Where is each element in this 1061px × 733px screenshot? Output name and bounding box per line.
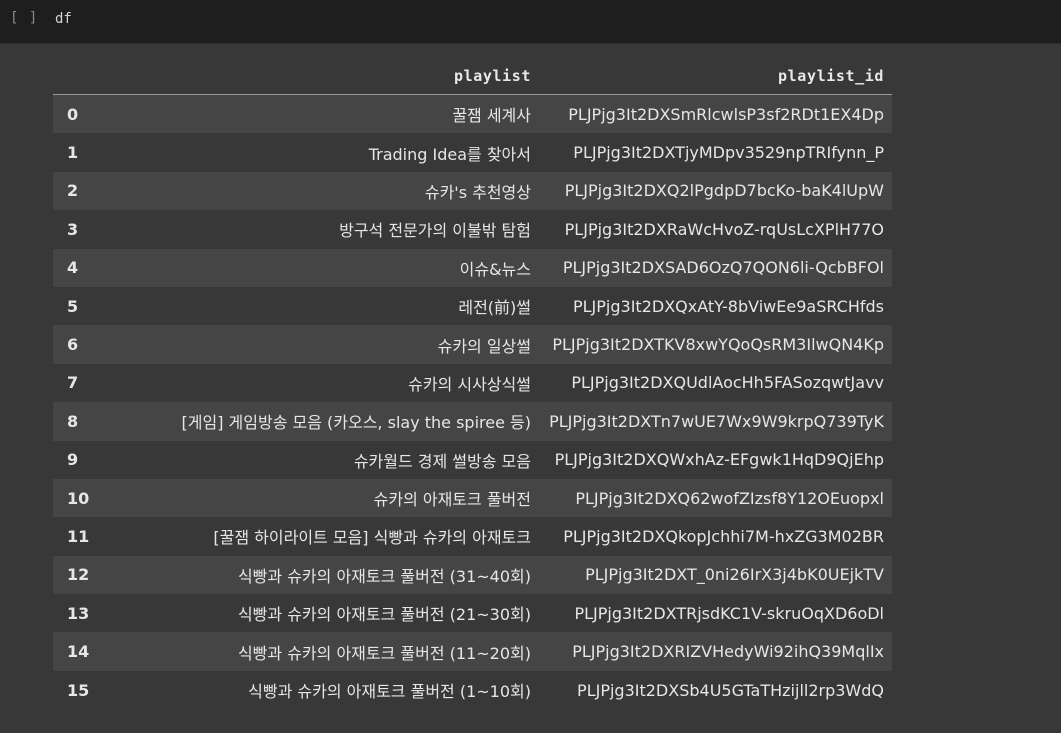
- table-body: 0 꿀잼 세계사 PLJPjg3It2DXSmRlcwlsP3sf2RDt1EX4D…: [53, 94, 892, 710]
- row-index: 4: [67, 258, 79, 278]
- playlist-cell: 방구석 전문가의 이불밖 탐험: [339, 221, 531, 241]
- playlist-id-column-header: playlist_id: [539, 58, 892, 95]
- playlist-id-cell: PLJPjg3It2DXRaWcHvoZ-rqUsLcXPlH77O: [564, 219, 884, 239]
- playlist-id-cell: PLJPjg3It2DXQ62wofZIzsf8Y12OEuopxl: [575, 488, 884, 508]
- table-row: 12 식빵과 슈카의 아재토크 풀버전 (31~40회) PLJPjg3It2DXT…: [53, 555, 892, 595]
- code-editor-text[interactable]: df: [55, 11, 72, 27]
- playlist-cell: 레전(前)썰: [458, 298, 531, 318]
- table-row: 0 꿀잼 세계사 PLJPjg3It2DXSmRlcwlsP3sf2RDt1EX4D…: [53, 94, 892, 134]
- playlist-id-cell: PLJPjg3It2DXT_0ni26IrX3j4bK0UEjkTV: [585, 565, 884, 585]
- playlist-id-cell: PLJPjg3It2DXSb4U5GTaTHzijll2rp3WdQ: [577, 680, 884, 700]
- row-index: 0: [67, 104, 79, 124]
- playlist-id-cell: PLJPjg3It2DXTjyMDpv3529npTRIfynn_P: [573, 143, 884, 163]
- table-row: 10 슈카의 아재토크 풀버전 PLJPjg3It2DXQ62wofZIzsf8Y1…: [53, 478, 892, 518]
- table-row: 9 슈카월드 경제 썰방송 모음 PLJPjg3It2DXQWxhAz-EFgwk1…: [53, 440, 892, 479]
- table-row: 3 방구석 전문가의 이불밖 탐험 PLJPjg3It2DXRaWcHvoZ-rqU…: [53, 210, 892, 249]
- execution-count-indicator[interactable]: [ ]: [10, 10, 38, 26]
- playlist-cell: 슈카's 추천영상: [424, 182, 531, 202]
- playlist-column-header: playlist: [101, 58, 539, 95]
- code-cell-input[interactable]: [ ] df: [0, 0, 1061, 44]
- playlist-cell: 슈카의 아재토크 풀버전: [373, 490, 531, 510]
- table-row: 13 식빵과 슈카의 아재토크 풀버전 (21~30회) PLJPjg3It2DXT…: [53, 594, 892, 633]
- playlist-cell: [꿀잼 하이라이트 모음] 식빵과 슈카의 아재토크: [213, 528, 531, 548]
- table-header-row: playlist playlist_id: [53, 58, 892, 95]
- playlist-id-cell: PLJPjg3It2DXQkopJchhi7M-hxZG3M02BR: [563, 526, 884, 546]
- row-index: 14: [67, 642, 90, 662]
- playlist-id-cell: PLJPjg3It2DXTKV8xwYQoQsRM3IlwQN4Kp: [552, 335, 884, 355]
- table-row: 6 슈카의 일상썰 PLJPjg3It2DXTKV8xwYQoQsRM3IlwQN4…: [53, 325, 892, 364]
- row-index: 5: [67, 296, 79, 316]
- row-index: 12: [67, 565, 90, 585]
- table-row: 5 레전(前)썰 PLJPjg3It2DXQxAtY-8bViwEe9aSRCHfd…: [53, 286, 892, 326]
- playlist-cell: [게임] 게임방송 모음 (카오스, slay the spiree 등): [181, 413, 531, 433]
- row-index: 1: [67, 143, 79, 163]
- playlist-id-cell: PLJPjg3It2DXTRjsdKC1V-skruOqXD6oDl: [574, 603, 884, 623]
- row-index: 10: [67, 488, 90, 508]
- index-column-header: [53, 58, 101, 95]
- playlist-cell: 이슈&뉴스: [459, 259, 531, 279]
- cell-output-area: playlist playlist_id 0 꿀잼 세계사 PLJPjg3It2DX…: [0, 44, 1061, 733]
- table-row: 2 슈카's 추천영상 PLJPjg3It2DXQ2lPgdpD7bcKo-baK4…: [53, 171, 892, 211]
- playlist-id-cell: PLJPjg3It2DXSAD6OzQ7QON6li-QcbBFOl: [562, 258, 884, 278]
- playlist-cell: 식빵과 슈카의 아재토크 풀버전 (11~20회): [237, 643, 531, 663]
- row-index: 11: [67, 526, 90, 546]
- playlist-cell: 식빵과 슈카의 아재토크 풀버전 (21~30회): [237, 605, 531, 625]
- playlist-id-cell: PLJPjg3It2DXQ2lPgdpD7bcKo-baK4lUpW: [564, 181, 884, 201]
- playlist-id-cell: PLJPjg3It2DXQUdlAocHh5FASozqwtJavv: [571, 373, 884, 393]
- row-index: 6: [67, 335, 79, 355]
- playlist-cell: 꿀잼 세계사: [452, 106, 531, 126]
- table-row: 14 식빵과 슈카의 아재토크 풀버전 (11~20회) PLJPjg3It2DXR…: [53, 632, 892, 671]
- row-index: 8: [67, 411, 79, 431]
- row-index: 13: [67, 603, 90, 623]
- row-index: 2: [67, 181, 79, 201]
- playlist-cell: 식빵과 슈카의 아재토크 풀버전 (1~10회): [248, 682, 531, 702]
- playlist-id-cell: PLJPjg3It2DXQWxhAz-EFgwk1HqD9QjEhp: [554, 450, 884, 470]
- playlist-cell: Trading Idea를 찾아서: [368, 144, 531, 164]
- playlist-cell: 슈카의 시사상식썰: [408, 374, 531, 394]
- table-row: 7 슈카의 시사상식썰 PLJPjg3It2DXQUdlAocHh5FASozqwt…: [53, 363, 892, 403]
- playlist-id-cell: PLJPjg3It2DXTn7wUE7Wx9W9krpQ739TyK: [549, 411, 884, 431]
- table-row: 15 식빵과 슈카의 아재토크 풀버전 (1~10회) PLJPjg3It2DXSb…: [53, 670, 892, 710]
- row-index: 7: [67, 373, 79, 393]
- table-row: 4 이슈&뉴스 PLJPjg3It2DXSAD6OzQ7QON6li-QcbBFOl: [53, 248, 892, 287]
- playlist-id-cell: PLJPjg3It2DXQxAtY-8bViwEe9aSRCHfds: [572, 296, 884, 316]
- playlist-id-cell: PLJPjg3It2DXRIZVHedyWi92ihQ39MqlIx: [572, 642, 884, 662]
- table-row: 1 Trading Idea를 찾아서 PLJPjg3It2DXTjyMDpv352…: [53, 133, 892, 172]
- playlist-cell: 식빵과 슈카의 아재토크 풀버전 (31~40회): [237, 566, 531, 586]
- playlist-cell: 슈카의 일상썰: [437, 336, 531, 356]
- row-index: 15: [67, 680, 90, 700]
- playlist-id-cell: PLJPjg3It2DXSmRlcwlsP3sf2RDt1EX4Dp: [568, 104, 884, 124]
- table-row: 11 [꿀잼 하이라이트 모음] 식빵과 슈카의 아재토크 PLJPjg3It2DX…: [53, 517, 892, 556]
- playlist-cell: 슈카월드 경제 썰방송 모음: [353, 451, 531, 471]
- row-index: 9: [67, 450, 79, 470]
- table-row: 8 [게임] 게임방송 모음 (카오스, slay the spiree 등) PL…: [53, 402, 892, 441]
- dataframe-table: playlist playlist_id 0 꿀잼 세계사 PLJPjg3It2DX…: [53, 58, 892, 710]
- row-index: 3: [67, 219, 79, 239]
